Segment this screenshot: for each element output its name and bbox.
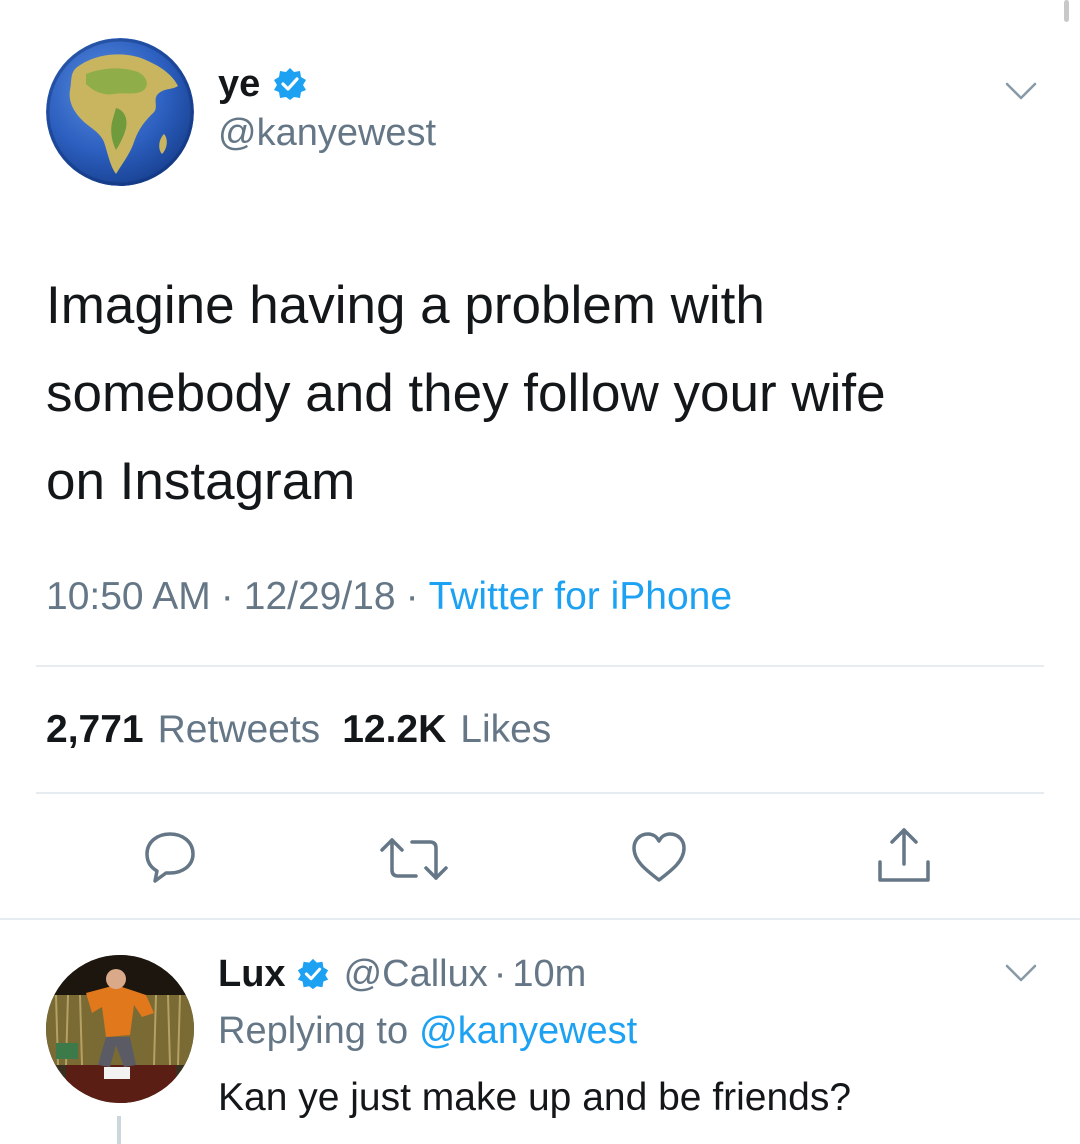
tweet-meta: 10:50 AM · 12/29/18 · Twitter for iPhone: [46, 575, 732, 619]
handle[interactable]: @kanyewest: [218, 112, 436, 155]
divider: [36, 792, 1044, 794]
retweet-count[interactable]: 2,771: [46, 708, 144, 752]
divider: [36, 665, 1044, 667]
replying-to: Replying to @kanyewest: [218, 1010, 637, 1053]
verified-badge-icon: [296, 957, 330, 991]
reply-display-name[interactable]: Lux: [218, 953, 286, 996]
reply-handle[interactable]: @Callux: [344, 953, 488, 996]
chevron-down-icon[interactable]: [1004, 962, 1038, 984]
tweet-stats: 2,771 Retweets 12.2K Likes: [46, 708, 551, 752]
avatar-lux[interactable]: [46, 955, 194, 1103]
reply-age: 10m: [512, 952, 587, 995]
scrollbar[interactable]: [1064, 0, 1069, 22]
retweet-label[interactable]: Retweets: [158, 708, 321, 752]
tweet-text-line: on Instagram: [46, 452, 356, 511]
earth-globe-africa-icon: [46, 38, 194, 186]
section-divider: [0, 918, 1080, 920]
replying-handle-link[interactable]: @kanyewest: [419, 1010, 637, 1053]
tweet-text: Imagine having a problem with somebody a…: [46, 262, 1046, 526]
display-name[interactable]: ye: [218, 63, 260, 106]
separator: ·: [220, 575, 234, 618]
like-count[interactable]: 12.2K: [342, 708, 446, 752]
verified-badge-icon: [272, 66, 308, 102]
retweet-icon[interactable]: [378, 834, 450, 884]
tweet-time: 10:50 AM: [46, 575, 211, 618]
user-avatar-photo: [46, 955, 194, 1103]
reply-text: Kan ye just make up and be friends?: [218, 1076, 852, 1119]
share-icon[interactable]: [874, 826, 934, 884]
like-label[interactable]: Likes: [460, 708, 551, 752]
tweet-date: 12/29/18: [243, 575, 396, 618]
thread-line: [117, 1116, 121, 1144]
tweet-source-link[interactable]: Twitter for iPhone: [429, 575, 732, 619]
reply-icon[interactable]: [142, 828, 198, 884]
separator: ·: [405, 575, 419, 618]
avatar-ye[interactable]: [46, 38, 194, 186]
replying-prefix: Replying to: [218, 1010, 409, 1052]
tweet-text-line: somebody and they follow your wife: [46, 364, 886, 423]
chevron-down-icon[interactable]: [1004, 80, 1038, 102]
tweet-text-line: Imagine having a problem with: [46, 276, 765, 335]
separator: ·: [493, 952, 507, 995]
like-icon[interactable]: [630, 830, 688, 884]
